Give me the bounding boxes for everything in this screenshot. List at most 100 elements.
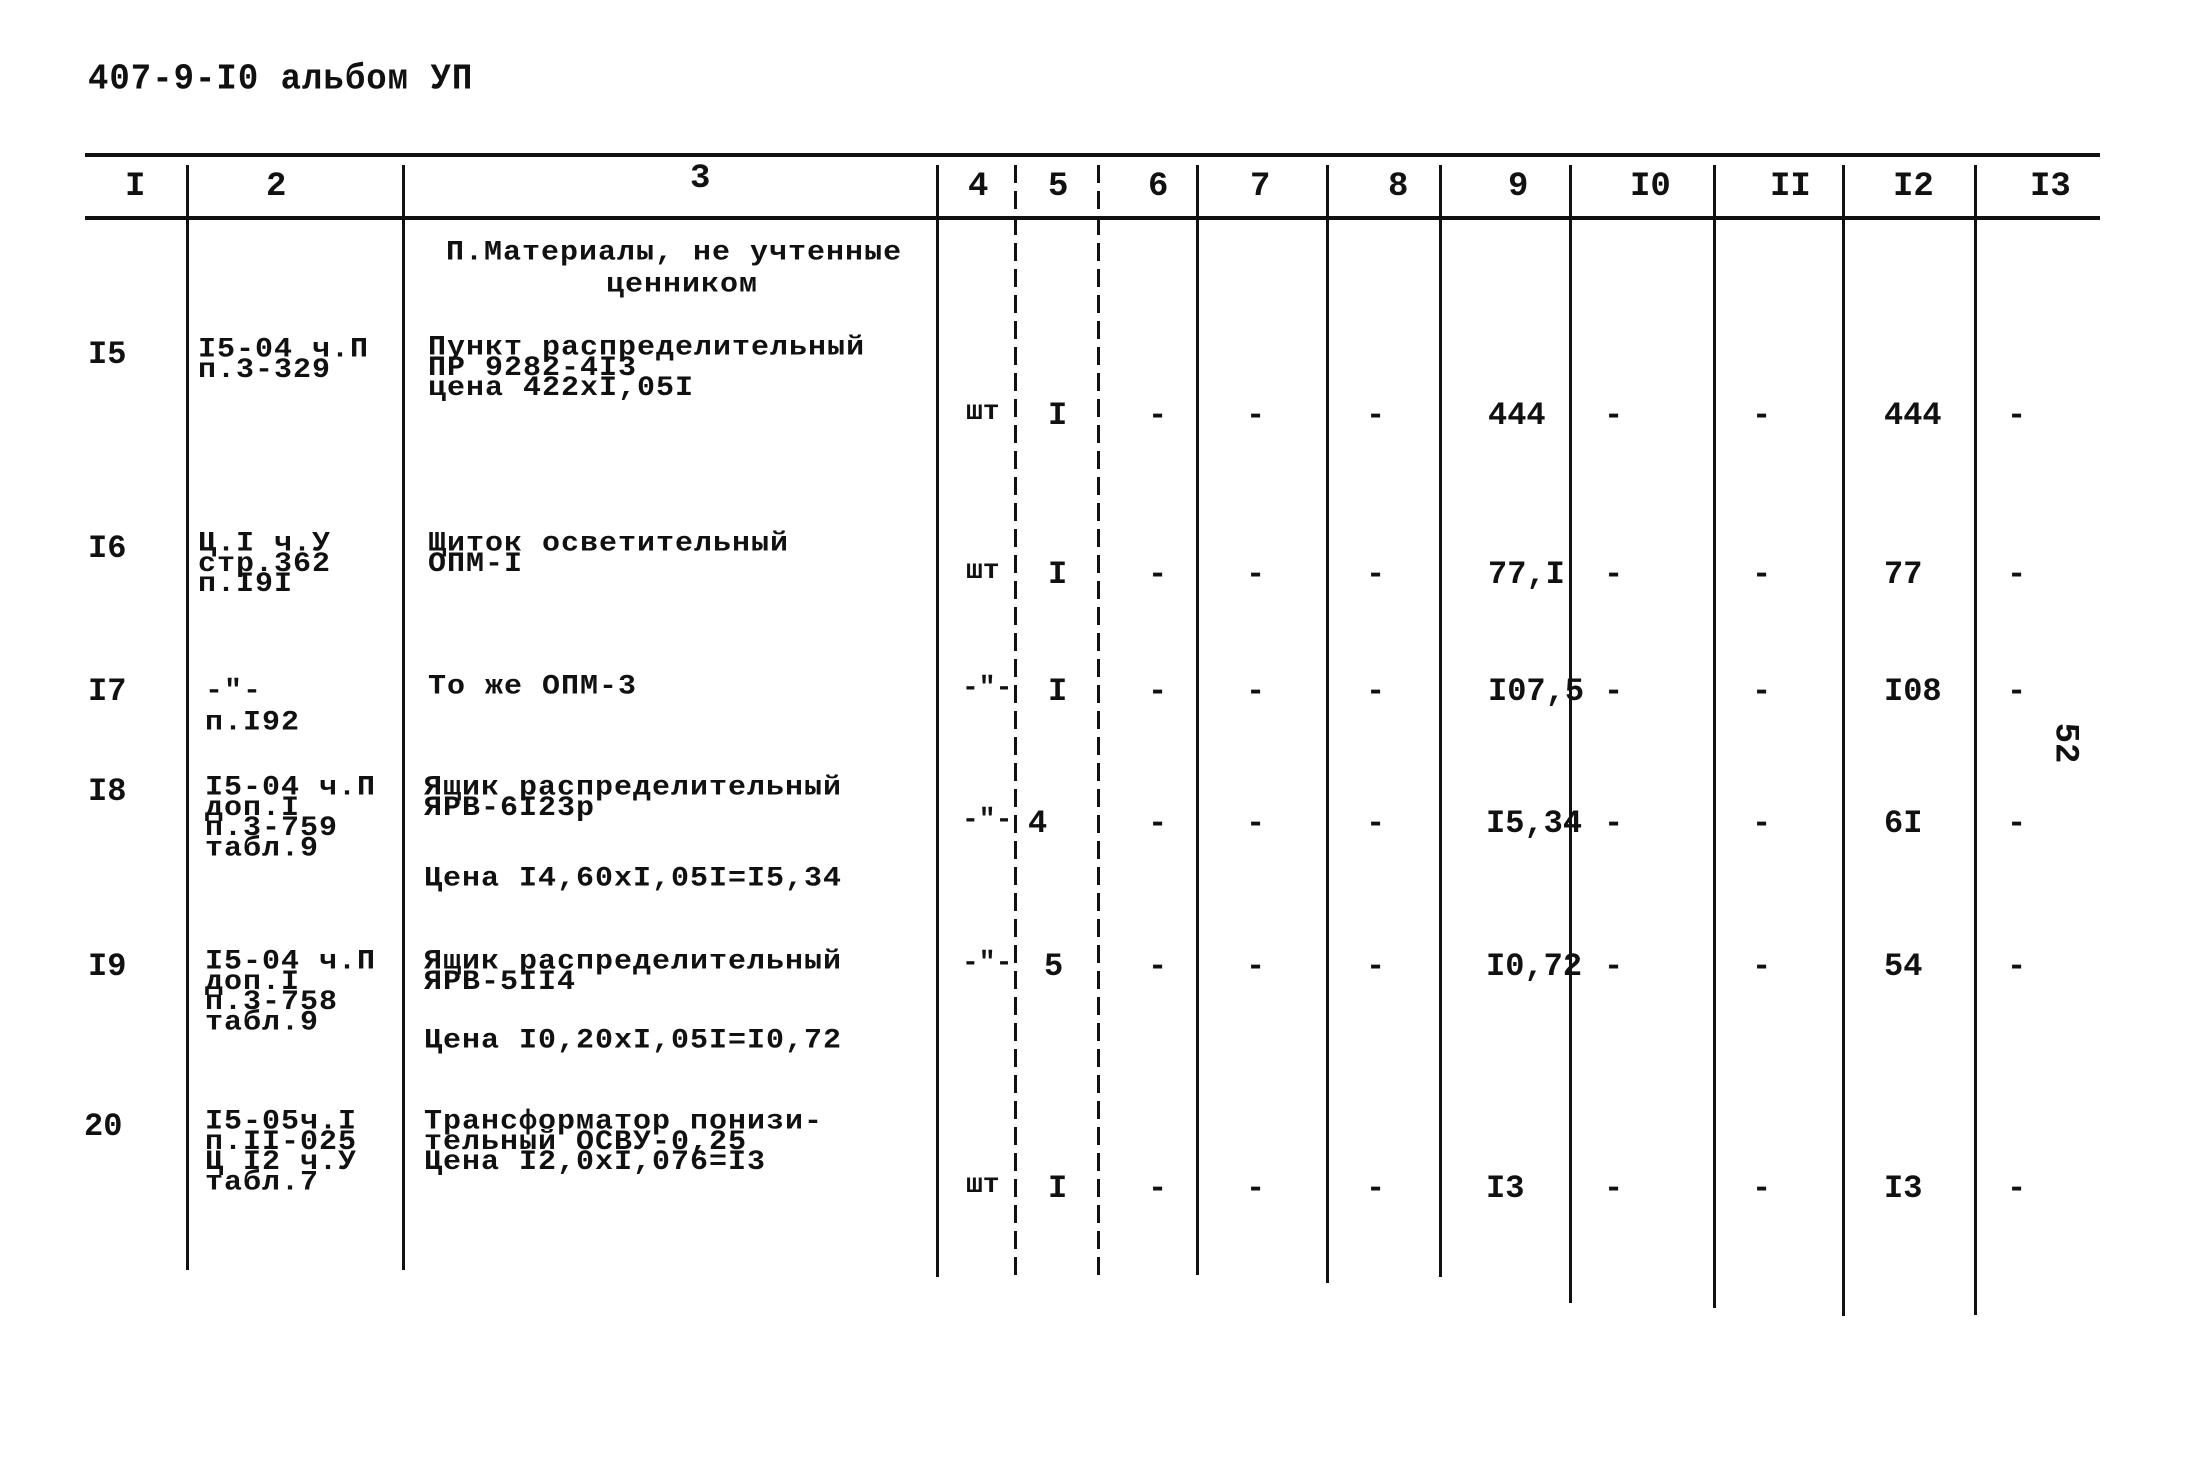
description-line: цена 422xI,05I: [428, 372, 695, 405]
section-title-line-1: П.Материалы, не учтенные: [446, 237, 903, 269]
price-calculation: Цена I0,20xI,05I=I0,72: [424, 1025, 843, 1057]
col12-value: 444: [1884, 397, 1942, 434]
column-divider: [1439, 165, 1442, 1277]
col11-value: -: [1752, 805, 1772, 842]
document-code: 407-9-I0 альбом УП: [88, 60, 474, 100]
row-reference: -"- п.I92: [205, 676, 300, 739]
col9-value: I5,34: [1486, 805, 1583, 842]
col12-value: I3: [1884, 1170, 1923, 1207]
reference-line: табл.9: [205, 833, 320, 865]
quantity: I: [1048, 556, 1068, 593]
table-top-rule: [85, 153, 2100, 157]
unit: -"-: [962, 948, 1013, 979]
column-divider: [1842, 165, 1845, 1316]
row-number: I8: [88, 773, 127, 810]
row-description: Трансформатор понизи- тельный ОСВУ-0,25 …: [424, 1108, 823, 1179]
unit: -"-: [962, 673, 1013, 704]
column-header-7: 7: [1250, 168, 1271, 206]
column-header-4: 4: [968, 168, 989, 206]
quantity: 5: [1044, 948, 1064, 985]
header-bottom-rule: [85, 216, 2100, 220]
column-header-13: I3: [2030, 168, 2071, 206]
column-divider: [936, 165, 939, 1277]
column-header-6: 6: [1148, 168, 1169, 206]
col7-value: -: [1246, 948, 1266, 985]
reference-line: -"-: [205, 676, 263, 708]
description-line: Цена I2,0xI,076=I3: [424, 1146, 767, 1179]
description-line: То же ОПМ-3: [428, 671, 638, 703]
col8-value: -: [1366, 556, 1386, 593]
section-title-line-2: ценником: [606, 269, 759, 301]
reference-line: табл.9: [205, 1007, 320, 1039]
col6-value: -: [1148, 397, 1168, 434]
col7-value: -: [1246, 805, 1266, 842]
row-description: Щиток осветительный ОПМ-I: [428, 530, 789, 578]
col13-value: -: [2007, 556, 2027, 593]
col11-value: -: [1752, 1170, 1772, 1207]
col8-value: -: [1366, 805, 1386, 842]
reference-line: п.I92: [205, 707, 301, 739]
row-number: I5: [88, 336, 127, 373]
column-header-1: I: [125, 168, 146, 206]
row-reference: I5-04 ч.П доп.I п.3-758 табл.9: [205, 948, 376, 1039]
col13-value: -: [2007, 673, 2027, 710]
column-divider: [402, 165, 405, 1270]
column-header-3: 3: [690, 160, 711, 198]
col9-value: I0,72: [1486, 948, 1583, 985]
col10-value: -: [1604, 673, 1624, 710]
row-reference: I5-04 ч.П п.3-329: [198, 336, 369, 384]
col13-value: -: [2007, 1170, 2027, 1207]
unit: -"-: [962, 805, 1013, 836]
column-header-11: II: [1770, 168, 1811, 206]
column-divider: [1569, 165, 1572, 1303]
row-description: Пункт распределительный ПР 9282-4I3 цена…: [428, 334, 865, 405]
col7-value: -: [1246, 556, 1266, 593]
col9-value: I07,5: [1488, 673, 1585, 710]
row-description: Ящик распределительный ЯРВ-5II4: [424, 948, 842, 996]
col7-value: -: [1246, 673, 1266, 710]
col12-value: 6I: [1884, 805, 1923, 842]
col8-value: -: [1366, 1170, 1386, 1207]
col8-value: -: [1366, 673, 1386, 710]
row-reference: I5-04 ч.П доп.I п.3-759 табл.9: [205, 774, 376, 865]
col9-value: 444: [1488, 397, 1546, 434]
col7-value: -: [1246, 1170, 1266, 1207]
col6-value: -: [1148, 1170, 1168, 1207]
column-divider: [1974, 165, 1977, 1315]
col11-value: -: [1752, 673, 1772, 710]
row-reference: I5-05ч.I п.II-025 Ц I2 ч.У табл.7: [205, 1108, 357, 1196]
quantity: I: [1048, 673, 1068, 710]
col10-value: -: [1604, 1170, 1624, 1207]
col13-value: -: [2007, 397, 2027, 434]
col8-value: -: [1366, 397, 1386, 434]
column-header-12: I2: [1893, 168, 1934, 206]
column-divider: [1713, 165, 1716, 1308]
col6-value: -: [1148, 805, 1168, 842]
col11-value: -: [1752, 948, 1772, 985]
column-divider: [1014, 165, 1017, 1277]
row-number: I7: [88, 673, 127, 710]
column-header-8: 8: [1388, 168, 1409, 206]
col11-value: -: [1752, 556, 1772, 593]
row-reference: Ц.I ч.У стр.362 п.I9I: [198, 530, 331, 598]
unit: шт: [966, 1170, 1000, 1201]
row-number: I6: [88, 530, 127, 567]
price-calculation: Цена I4,60xI,05I=I5,34: [424, 863, 843, 895]
column-divider: [1196, 165, 1199, 1275]
col10-value: -: [1604, 805, 1624, 842]
column-divider: [186, 165, 189, 1270]
col6-value: -: [1148, 673, 1168, 710]
col13-value: -: [2007, 948, 2027, 985]
column-header-2: 2: [266, 168, 287, 206]
row-number: I9: [88, 948, 127, 985]
quantity: 4: [1028, 805, 1048, 842]
column-divider: [1097, 165, 1100, 1277]
unit: шт: [966, 397, 1000, 428]
column-header-9: 9: [1508, 168, 1529, 206]
column-header-10: I0: [1630, 168, 1671, 206]
col9-value: I3: [1486, 1170, 1525, 1207]
col12-value: I08: [1884, 673, 1942, 710]
col6-value: -: [1148, 556, 1168, 593]
col9-value: 77,I: [1488, 556, 1565, 593]
row-number: 20: [84, 1108, 123, 1145]
